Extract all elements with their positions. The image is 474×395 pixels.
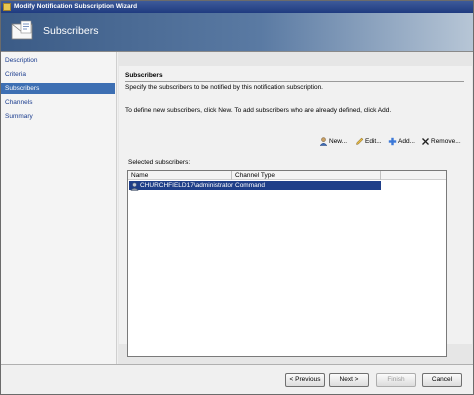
add-button[interactable]: Add...	[388, 137, 415, 147]
next-button[interactable]: Next >	[329, 373, 369, 387]
column-header-channel-type[interactable]: Channel Type	[232, 171, 381, 180]
section-rule	[125, 81, 464, 82]
edit-button[interactable]: Edit...	[355, 137, 382, 147]
page-instructions: To define new subscribers, click New. To…	[125, 107, 392, 114]
wizard-window: Modify Notification Subscription Wizard …	[0, 0, 474, 395]
column-header-name[interactable]: Name	[128, 171, 232, 180]
previous-button[interactable]: < Previous	[285, 373, 325, 387]
wizard-footer: < Previous Next > Finish Cancel	[1, 364, 473, 394]
remove-label: Remove...	[431, 138, 461, 146]
cancel-button[interactable]: Cancel	[422, 373, 462, 387]
nav-item-description[interactable]: Description	[1, 55, 115, 66]
nav-item-criteria[interactable]: Criteria	[1, 69, 115, 80]
table-row[interactable]: CHURCHFIELD17\administrator Command	[129, 181, 381, 191]
x-icon	[422, 138, 429, 145]
plus-icon	[388, 137, 397, 146]
banner-title: Subscribers	[43, 25, 99, 37]
person-icon	[319, 137, 328, 146]
selected-subscribers-label: Selected subscribers:	[128, 159, 191, 166]
pencil-icon	[356, 137, 364, 145]
page-description: Specify the subscribers to be notified b…	[125, 84, 323, 91]
content-area: Subscribers Specify the subscribers to b…	[118, 52, 473, 364]
wizard-nav: Description Criteria Subscribers Channel…	[1, 52, 117, 364]
subscriber-name: CHURCHFIELD17\administrator	[140, 182, 234, 189]
finish-button[interactable]: Finish	[376, 373, 416, 387]
subscribers-list[interactable]: Name Channel Type CHURCHFIELD17\administ…	[127, 170, 447, 357]
nav-item-subscribers[interactable]: Subscribers	[1, 83, 115, 94]
subscriber-channel-type: Command	[235, 182, 265, 189]
window-title: Modify Notification Subscription Wizard	[14, 3, 138, 10]
nav-item-summary[interactable]: Summary	[1, 111, 115, 122]
nav-item-channels[interactable]: Channels	[1, 97, 115, 108]
user-icon	[130, 182, 139, 191]
subscribers-panel: Subscribers Specify the subscribers to b…	[119, 66, 472, 357]
envelope-icon	[11, 20, 33, 40]
remove-button[interactable]: Remove...	[421, 137, 461, 147]
add-label: Add...	[398, 138, 415, 146]
title-bar[interactable]: Modify Notification Subscription Wizard	[1, 1, 473, 13]
new-label: New...	[329, 138, 348, 146]
edit-label: Edit...	[365, 138, 382, 146]
list-header: Name Channel Type	[128, 171, 446, 180]
wizard-icon	[3, 3, 11, 11]
page-banner: Subscribers	[1, 13, 473, 51]
section-heading: Subscribers	[125, 72, 163, 79]
new-button[interactable]: New...	[319, 137, 347, 147]
